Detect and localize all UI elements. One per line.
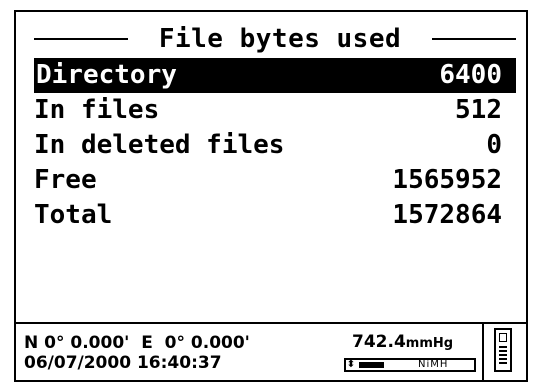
pressure-value: 742.4 [352, 332, 406, 352]
battery-level-fill [359, 362, 384, 368]
row-value: 1565952 [392, 165, 502, 195]
title-rule-left [34, 38, 128, 40]
row-value: 512 [455, 95, 502, 125]
gps-coordinates: N 0° 0.000' E 0° 0.000' [24, 333, 250, 353]
row-value: 1572864 [392, 200, 502, 230]
row-total[interactable]: Total 1572864 [34, 198, 516, 233]
pressure-unit: mmHg [405, 336, 454, 351]
row-label: Free [34, 165, 97, 195]
row-label: In deleted files [34, 130, 285, 160]
plug-icon: ⬍ [346, 359, 356, 370]
title-row: File bytes used [34, 22, 516, 56]
page-title: File bytes used [158, 24, 402, 54]
handheld-device-icon[interactable] [490, 328, 516, 376]
row-label: Directory [36, 60, 177, 90]
row-in-deleted-files[interactable]: In deleted files 0 [34, 128, 516, 163]
battery-icon: ⬍ NiMH [344, 358, 476, 372]
status-bar: N 0° 0.000' E 0° 0.000' 06/07/2000 16:40… [16, 324, 526, 382]
row-in-files[interactable]: In files 512 [34, 93, 516, 128]
row-free[interactable]: Free 1565952 [34, 163, 516, 198]
row-value: 6400 [439, 60, 502, 90]
title-rule-right [432, 38, 516, 40]
row-directory[interactable]: Directory 6400 [34, 58, 516, 93]
file-bytes-list: Directory 6400 In files 512 In deleted f… [34, 58, 516, 233]
device-screen: File bytes used Directory 6400 In files … [14, 10, 528, 382]
row-value: 0 [486, 130, 502, 160]
row-label: Total [34, 200, 113, 230]
battery-type: NiMH [418, 359, 449, 370]
row-label: In files [34, 95, 160, 125]
barometric-pressure: 742.4mmHg [352, 332, 453, 354]
status-divider-vertical [482, 324, 484, 382]
date-time: 06/07/2000 16:40:37 [24, 353, 222, 373]
